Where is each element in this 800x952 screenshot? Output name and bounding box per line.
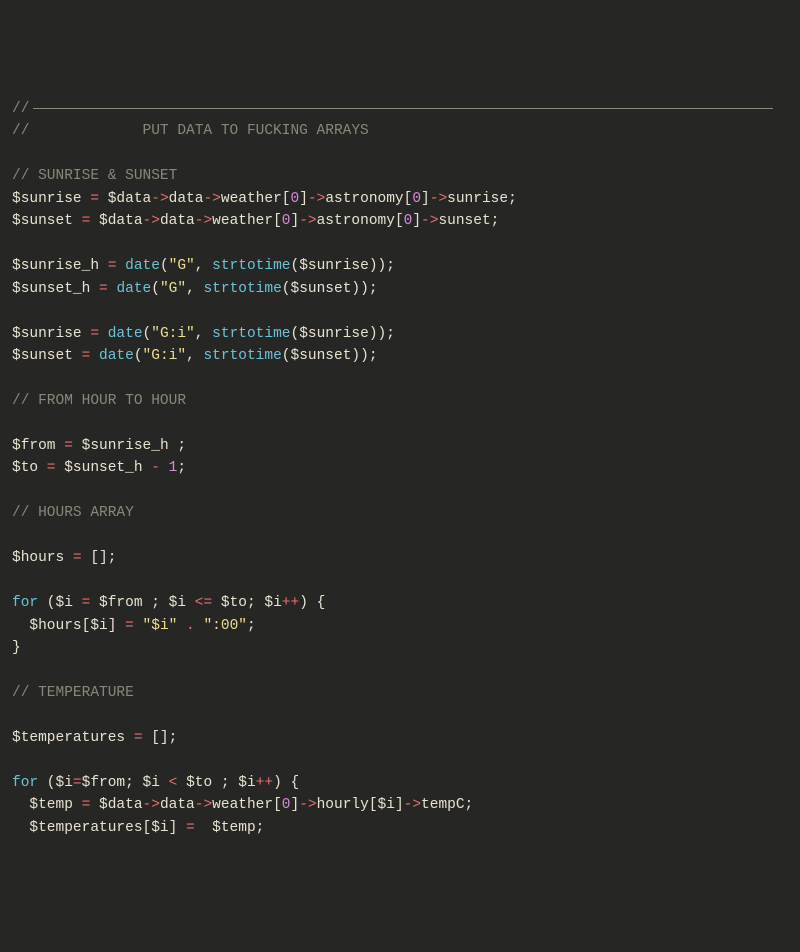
- comment: // TEMPERATURE: [12, 685, 134, 701]
- code-editor[interactable]: // // PUT DATA TO FUCKING ARRAYS // SUNR…: [12, 98, 788, 839]
- code-line: $sunset_h = date("G", strtotime($sunset)…: [12, 281, 378, 297]
- code-line: for ($i=$from; $i < $to ; $i++) {: [12, 775, 299, 791]
- code-line: }: [12, 640, 21, 656]
- code-line: $sunset = date("G:i", strtotime($sunset)…: [12, 348, 378, 364]
- code-line: $from = $sunrise_h ;: [12, 438, 186, 454]
- comment: // FROM HOUR TO HOUR: [12, 393, 186, 409]
- code-line: $sunrise_h = date("G", strtotime($sunris…: [12, 258, 395, 274]
- comment: // SUNRISE & SUNSET: [12, 168, 177, 184]
- code-line: $hours = [];: [12, 550, 116, 566]
- comment: //: [12, 101, 773, 117]
- code-line: $to = $sunset_h - 1;: [12, 460, 186, 476]
- code-line: $hours[$i] = "$i" . ":00";: [12, 618, 256, 634]
- code-line: $sunset = $data->data->weather[0]->astro…: [12, 213, 499, 229]
- comment: // HOURS ARRAY: [12, 505, 134, 521]
- code-line: $sunrise = date("G:i", strtotime($sunris…: [12, 326, 395, 342]
- code-line: $temperatures = [];: [12, 730, 177, 746]
- code-line: $sunrise = $data->data->weather[0]->astr…: [12, 191, 517, 207]
- code-line: $temp = $data->data->weather[0]->hourly[…: [12, 797, 473, 813]
- comment: // PUT DATA TO FUCKING ARRAYS: [12, 123, 369, 139]
- code-line: for ($i = $from ; $i <= $to; $i++) {: [12, 595, 325, 611]
- code-line: $temperatures[$i] = $temp;: [12, 820, 264, 836]
